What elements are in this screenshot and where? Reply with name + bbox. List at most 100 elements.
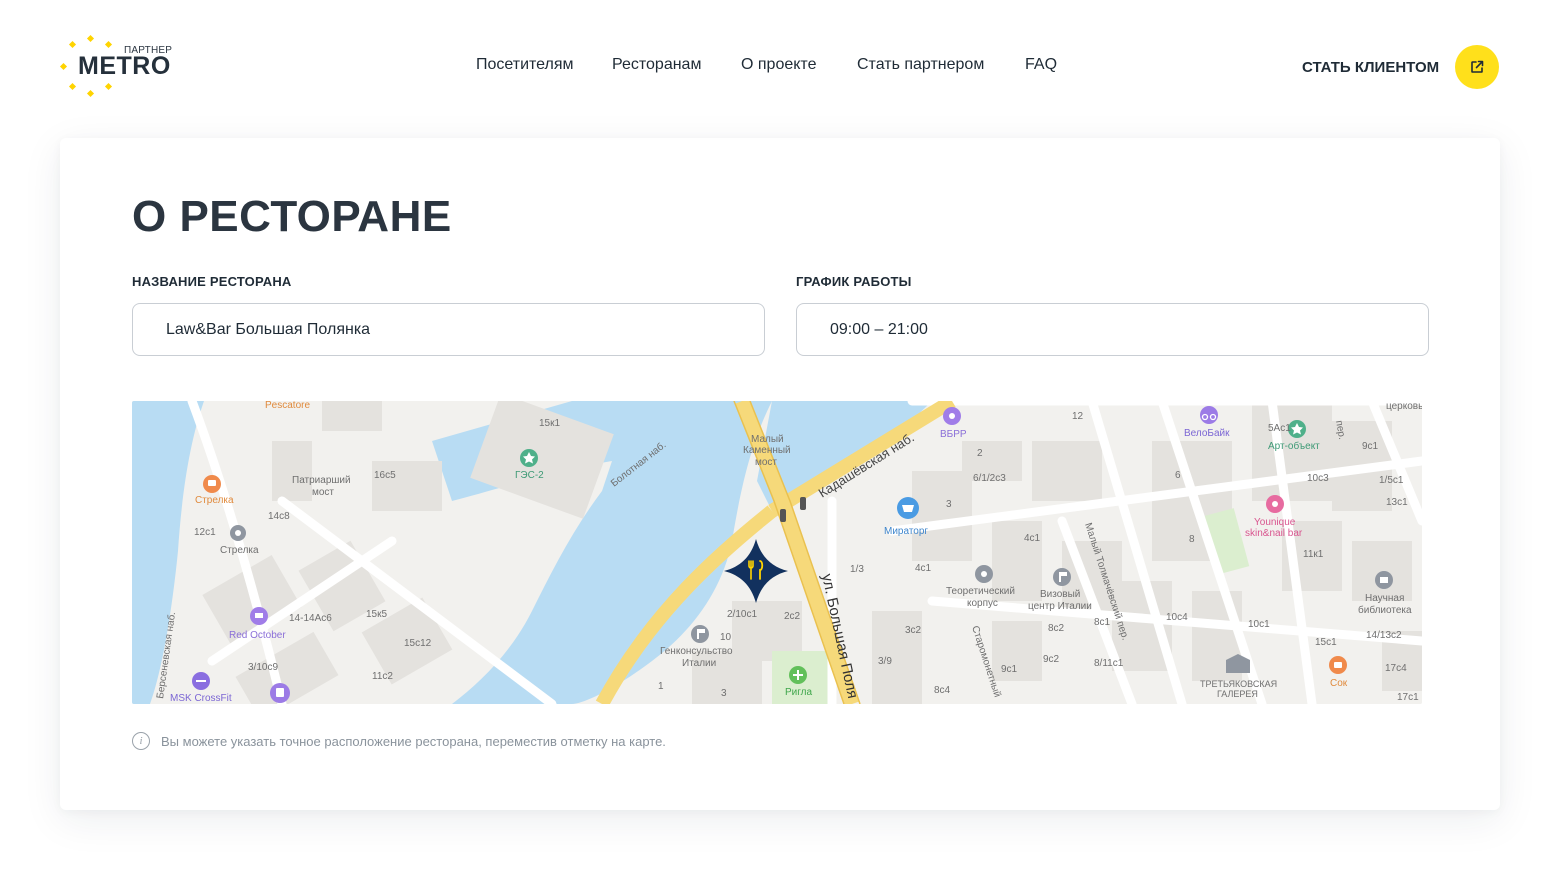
map-label-12: 12 xyxy=(1072,411,1084,422)
info-icon: i xyxy=(132,732,150,750)
map-label-3c2: 3с2 xyxy=(905,625,922,636)
map-label-13c1: 13с1 xyxy=(1386,497,1408,508)
strelka-marker-icon[interactable] xyxy=(230,525,246,541)
map-label-maly-1: Малый xyxy=(751,434,784,445)
map-label-library-2: библиотека xyxy=(1358,604,1412,616)
working-hours-field[interactable] xyxy=(796,303,1429,356)
map-label-10c3: 10с3 xyxy=(1307,473,1329,484)
map-label-vbrr: ВБРР xyxy=(940,429,967,440)
become-client-button[interactable] xyxy=(1455,45,1500,89)
map-label-patriarshy-1: Патриарший xyxy=(292,475,351,486)
map-label-tretyakov-1: ТРЕТЬЯКОВСКАЯ xyxy=(1200,679,1277,689)
map-label-11k1: 11к1 xyxy=(1303,549,1324,560)
consulate-marker-icon[interactable] xyxy=(691,625,709,643)
nav-item-become-partner[interactable]: Стать партнером xyxy=(857,56,984,74)
nav-item-restaurants[interactable]: Ресторанам xyxy=(612,56,701,74)
map-label-14c8: 14с8 xyxy=(268,511,290,522)
map-label-2-10c1: 2/10с1 xyxy=(727,609,757,620)
map-label-art-object: Арт-объект xyxy=(1268,440,1320,452)
map-label-pescatore: Pescatore xyxy=(265,401,310,411)
become-client-label[interactable]: СТАТЬ КЛИЕНТОМ xyxy=(1302,59,1439,76)
map-label-maly-2: Каменный xyxy=(743,445,791,456)
location-map[interactable]: Pescatore Стрелка Стрелка Патриарший мос… xyxy=(132,401,1422,704)
map-label-9c1: 9с1 xyxy=(1362,441,1379,452)
nav-item-visitors[interactable]: Посетителям xyxy=(476,56,574,74)
become-client-link[interactable]: СТАТЬ КЛИЕНТОМ xyxy=(1302,44,1500,90)
map-label-1-3: 1/3 xyxy=(850,564,864,575)
working-hours-label: ГРАФИК РАБОТЫ xyxy=(796,274,912,289)
map-hint: i Вы можете указать точное расположение … xyxy=(132,732,666,750)
restaurant-name-input[interactable] xyxy=(133,304,764,355)
map-label-patriarshy-2: мост xyxy=(312,487,334,498)
visa-center-marker-icon[interactable] xyxy=(1053,568,1071,586)
map-label-ges2: ГЭС-2 xyxy=(515,470,544,481)
external-link-icon xyxy=(1471,60,1484,73)
map-label-8c4: 8с4 xyxy=(934,685,951,696)
nav-item-about[interactable]: О проекте xyxy=(741,56,816,74)
map-label-10: 10 xyxy=(720,632,732,643)
map-label-16c5: 16с5 xyxy=(374,470,396,481)
map-label-theoretical-1: Теоретический xyxy=(946,586,1015,597)
map-label-visa-1: Визовый xyxy=(1040,589,1080,600)
nav-item-faq[interactable]: FAQ xyxy=(1025,56,1057,74)
map-label-consulate-1: Генконсульство xyxy=(660,646,733,657)
map-label-6: 6 xyxy=(1175,470,1181,481)
velobike-marker-icon[interactable] xyxy=(1200,406,1218,424)
map-label-15c1: 15с1 xyxy=(1315,637,1337,648)
map-label-consulate-2: Италии xyxy=(682,658,716,669)
map-label-visa-2: центр Италии xyxy=(1028,601,1092,612)
map-label-6-1-2c3: 6/1/2с3 xyxy=(973,473,1006,484)
map-label-2c2: 2с2 xyxy=(784,611,801,622)
red-october-marker-icon[interactable] xyxy=(250,607,268,625)
restaurant-name-label: НАЗВАНИЕ РЕСТОРАНА xyxy=(132,274,292,289)
map-label-15k1: 15к1 xyxy=(539,418,560,429)
map-label-10c1: 10с1 xyxy=(1248,619,1270,630)
map-label-theoretical-2: корпус xyxy=(967,598,998,609)
map-hint-text: Вы можете указать точное расположение ре… xyxy=(161,733,666,749)
map-label-tretyakov-2: ГАЛЕРЕЯ xyxy=(1217,689,1258,699)
map-label-strelka: Стрелка xyxy=(220,545,259,556)
map-label-5ac1: 5Ас1 xyxy=(1268,423,1291,434)
map-label-4c1-a: 4с1 xyxy=(1024,533,1041,544)
working-hours-input[interactable] xyxy=(797,304,1428,355)
map-label-sok: Сок xyxy=(1330,678,1348,689)
msk-crossfit-marker-icon[interactable] xyxy=(192,672,210,690)
map-label-17c1: 17с1 xyxy=(1397,692,1419,703)
sok-cafe-marker-icon[interactable] xyxy=(1329,656,1347,674)
vbrr-marker-icon[interactable] xyxy=(943,407,961,425)
map-label-11c2: 11с2 xyxy=(372,671,393,682)
map-label-9c2: 9с2 xyxy=(1043,654,1060,665)
shop-marker-icon[interactable] xyxy=(270,683,290,703)
map-label-8: 8 xyxy=(1189,534,1195,545)
map-label-15c12: 15с12 xyxy=(404,638,432,649)
miratorg-marker-icon[interactable] xyxy=(897,497,919,519)
map-label-17c4: 17с4 xyxy=(1385,663,1407,674)
map-label-rigla: Ригла xyxy=(785,687,813,698)
map-label-8-11c1: 8/11с1 xyxy=(1094,658,1124,669)
map-label-velobike: ВелоБайк xyxy=(1184,428,1230,439)
map-label-8c2: 8с2 xyxy=(1048,623,1065,634)
map-label-10c4: 10с4 xyxy=(1166,612,1188,623)
map-label-14-13c2: 14/13с2 xyxy=(1366,630,1402,641)
map-label-8c1: 8с1 xyxy=(1094,617,1111,628)
theoretical-building-marker-icon[interactable] xyxy=(975,565,993,583)
site-header: ПАРТНЕР METRO Посетителям Ресторанам О п… xyxy=(0,0,1560,130)
map-label-msk-crossfit: MSK CrossFit xyxy=(170,693,232,704)
map-label-3-9: 3/9 xyxy=(878,656,892,667)
strelka-cafe-marker-icon[interactable] xyxy=(203,475,221,493)
restaurant-name-field[interactable] xyxy=(132,303,765,356)
ges2-marker-icon[interactable] xyxy=(520,449,538,467)
younique-marker-icon[interactable] xyxy=(1266,495,1284,513)
map-label-15k5: 15к5 xyxy=(366,609,387,620)
map-canvas[interactable]: Pescatore Стрелка Стрелка Патриарший мос… xyxy=(132,401,1422,704)
map-label-maly-3: мост xyxy=(755,457,777,468)
rigla-pharmacy-marker-icon[interactable] xyxy=(789,666,807,684)
library-marker-icon[interactable] xyxy=(1375,571,1393,589)
page-title: О РЕСТОРАНЕ xyxy=(132,192,452,241)
map-label-4c1-b: 4с1 xyxy=(915,563,932,574)
map-label-younique-1: Younique xyxy=(1254,517,1296,528)
map-label-miratorg: Мираторг xyxy=(884,526,928,537)
map-label-3-10c9: 3/10с9 xyxy=(248,662,278,673)
map-label-2: 2 xyxy=(977,448,983,459)
restaurant-info-card: О РЕСТОРАНЕ НАЗВАНИЕ РЕСТОРАНА ГРАФИК РА… xyxy=(60,138,1500,810)
